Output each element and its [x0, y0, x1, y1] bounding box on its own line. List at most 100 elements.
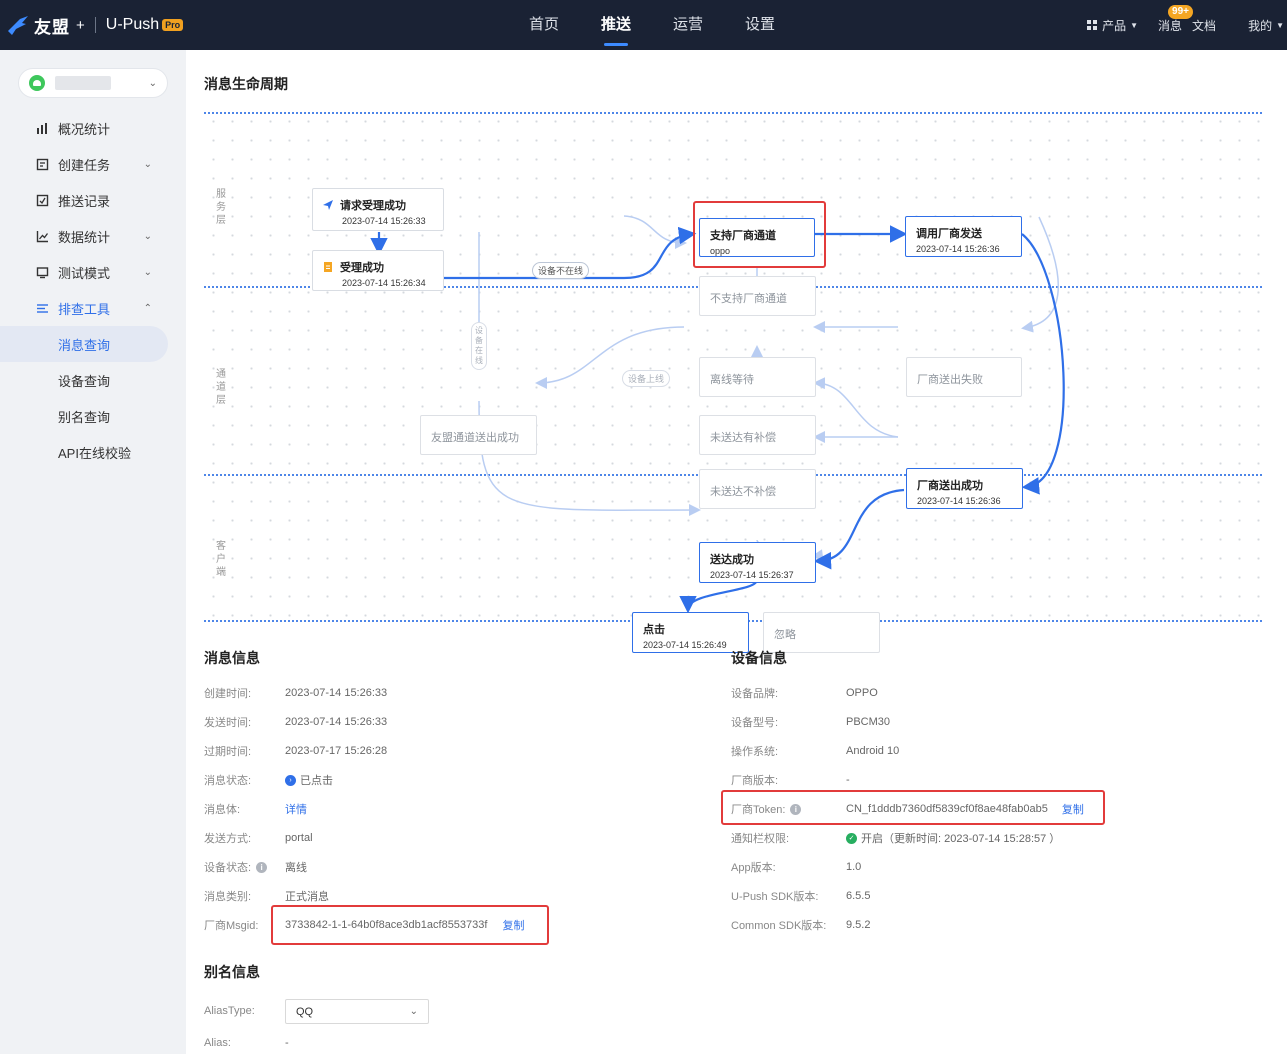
sidebar-subitem-device-query[interactable]: 设备查询	[0, 362, 186, 398]
sidebar-menu: 概况统计 创建任务 ⌄ 推送记录 数据统计 ⌄ 测试模式 ⌄ 排查工具 ⌃ 消息…	[0, 110, 186, 470]
node-accepted[interactable]: 受理成功 2023-07-14 15:26:34	[312, 250, 444, 291]
info-row-send-method: 发送方式: portal	[204, 830, 313, 846]
alias-info-title: 别名信息	[204, 964, 260, 980]
sidebar-item-push-record[interactable]: 推送记录	[0, 182, 186, 218]
message-body-detail-link[interactable]: 详情	[285, 801, 307, 817]
info-row-send-time: 发送时间: 2023-07-14 15:26:33	[204, 714, 387, 730]
sidebar-subitem-message-query[interactable]: 消息查询	[0, 326, 168, 362]
brand-divider	[94, 17, 96, 33]
node-ignored[interactable]: 忽略	[763, 612, 880, 653]
troubleshoot-icon	[36, 302, 49, 315]
node-vendor-call[interactable]: 调用厂商发送 2023-07-14 15:26:36	[905, 216, 1022, 257]
node-vendor-unsupported[interactable]: 不支持厂商通道	[699, 276, 816, 316]
node-title: 厂商送出失败	[917, 374, 983, 386]
check-circle-icon: ✓	[846, 832, 857, 844]
info-value: 1.0	[846, 861, 862, 873]
info-value: 2023-07-14 15:26:33	[285, 716, 388, 728]
chevron-down-icon: ⌄	[143, 158, 152, 170]
node-offline-wait[interactable]: 离线等待	[699, 357, 816, 397]
brand-plus: +	[76, 16, 85, 34]
products-menu[interactable]: 产品 ▼	[1087, 17, 1138, 34]
node-title: 未送达有补偿	[710, 432, 776, 444]
sidebar-item-label: 概况统计	[58, 121, 111, 137]
node-title: 请求受理成功	[340, 200, 406, 212]
node-title: 友盟通道送出成功	[431, 432, 519, 444]
node-umeng-sent[interactable]: 友盟通道送出成功	[420, 415, 537, 455]
main-nav: 首页 推送 运营 设置	[508, 0, 796, 50]
node-vendor-sent[interactable]: 厂商送出成功 2023-07-14 15:26:36	[906, 468, 1023, 509]
sidebar-item-troubleshoot[interactable]: 排查工具 ⌃	[0, 290, 186, 326]
brand-name: 友盟	[34, 17, 70, 37]
sidebar-item-data-stats[interactable]: 数据统计 ⌄	[0, 218, 186, 254]
edge-vendor-sent-to-comp	[813, 377, 899, 438]
info-value: 2023-07-17 15:26:28	[285, 745, 388, 757]
info-value: 6.5.5	[846, 890, 871, 902]
user-menu-label: 我的	[1248, 18, 1273, 33]
create-task-icon	[36, 158, 49, 171]
node-title: 离线等待	[710, 374, 754, 386]
info-row-device-model: 设备型号: PBCM30	[731, 714, 890, 730]
top-right-actions: 产品 ▼ 消息 99+ 文档 我的 ▼	[1087, 0, 1287, 50]
node-time: 2023-07-14 15:26:34	[342, 278, 426, 288]
messages-count-badge: 99+	[1168, 4, 1193, 19]
nav-push[interactable]: 推送	[580, 0, 652, 50]
nav-home[interactable]: 首页	[508, 0, 580, 50]
send-plane-icon	[323, 200, 333, 210]
node-delivered[interactable]: 送达成功 2023-07-14 15:26:37	[699, 542, 816, 583]
node-clicked[interactable]: 点击 2023-07-14 15:26:49	[632, 612, 749, 653]
info-row-app-version: App版本: 1.0	[731, 859, 861, 875]
brand-logo[interactable]: 友盟 + U-Push Pro	[6, 12, 184, 38]
sidebar-item-label: 创建任务	[58, 157, 111, 173]
info-row-vendor-version: 厂商版本: -	[731, 772, 850, 788]
lifecycle-title: 消息生命周期	[204, 76, 288, 92]
info-label: App版本:	[731, 862, 776, 874]
user-menu[interactable]: 我的 ▼	[1248, 17, 1284, 34]
sidebar-item-label: 测试模式	[58, 265, 111, 281]
nav-operations[interactable]: 运营	[652, 0, 724, 50]
alias-type-select[interactable]: QQ ⌄	[285, 999, 429, 1024]
info-icon[interactable]: i	[256, 861, 268, 873]
data-stats-icon	[36, 230, 49, 243]
node-title: 送达成功	[710, 554, 754, 566]
node-time: 2023-07-14 15:26:49	[643, 640, 727, 650]
test-mode-icon	[36, 266, 49, 279]
umeng-bird-icon	[8, 16, 28, 35]
info-value: Android 10	[846, 745, 900, 757]
info-value: -	[285, 1037, 289, 1049]
sidebar-subitem-alias-query[interactable]: 别名查询	[0, 398, 186, 434]
sidebar-item-label: 排查工具	[58, 301, 111, 317]
docs-link[interactable]: 文档	[1192, 17, 1216, 34]
edge-label-device-online-up: 设备上线	[622, 370, 671, 387]
sidebar-subitem-api-check[interactable]: API在线校验	[0, 434, 186, 470]
messages-link[interactable]: 消息 99+	[1158, 4, 1193, 34]
sidebar-item-test-mode[interactable]: 测试模式 ⌄	[0, 254, 186, 290]
sidebar-item-create-task[interactable]: 创建任务 ⌄	[0, 146, 186, 182]
info-value: 离线	[285, 862, 307, 874]
edge-vendor-call-to-vendor-fail	[1021, 216, 1059, 333]
info-label: 设备品牌:	[731, 688, 779, 700]
nav-settings[interactable]: 设置	[724, 0, 796, 50]
node-undelivered-compensated[interactable]: 未送达有补偿	[699, 415, 816, 455]
sidebar-item-overview[interactable]: 概况统计	[0, 110, 186, 146]
info-label: 发送方式:	[204, 833, 252, 845]
lifecycle-flow-diagram: 服务层 通道层 客户端 设备不在线 设备在线 设备上线 请求受理成功 2023-…	[204, 112, 1262, 653]
chevron-down-icon: ⌄	[143, 266, 152, 278]
top-navigation-bar: 友盟 + U-Push Pro 首页 推送 运营 设置 产品 ▼ 消息 99+ …	[0, 0, 1287, 50]
info-value: 已点击	[300, 775, 333, 787]
node-vendor-failed[interactable]: 厂商送出失败	[906, 357, 1022, 397]
app-selector[interactable]: ⌄	[18, 68, 168, 98]
node-undelivered-not-compensated[interactable]: 未送达不补偿	[699, 469, 816, 509]
node-time: 2023-07-14 15:26:37	[710, 570, 794, 580]
info-label: 厂商版本:	[731, 775, 779, 787]
pro-badge: Pro	[162, 19, 184, 31]
info-label: 设备状态:	[204, 862, 252, 874]
info-row-os: 操作系统: Android 10	[731, 743, 899, 759]
highlight-box-vendor-channel	[693, 201, 826, 268]
info-row-device-brand: 设备品牌: OPPO	[731, 685, 878, 701]
node-title: 不支持厂商通道	[710, 293, 787, 305]
node-request-accepted[interactable]: 请求受理成功 2023-07-14 15:26:33	[312, 188, 444, 231]
node-title: 忽略	[774, 629, 796, 641]
node-title: 未送达不补偿	[710, 486, 776, 498]
info-row-common-sdk: Common SDK版本: 9.5.2	[731, 917, 870, 933]
info-label: 创建时间:	[204, 688, 252, 700]
